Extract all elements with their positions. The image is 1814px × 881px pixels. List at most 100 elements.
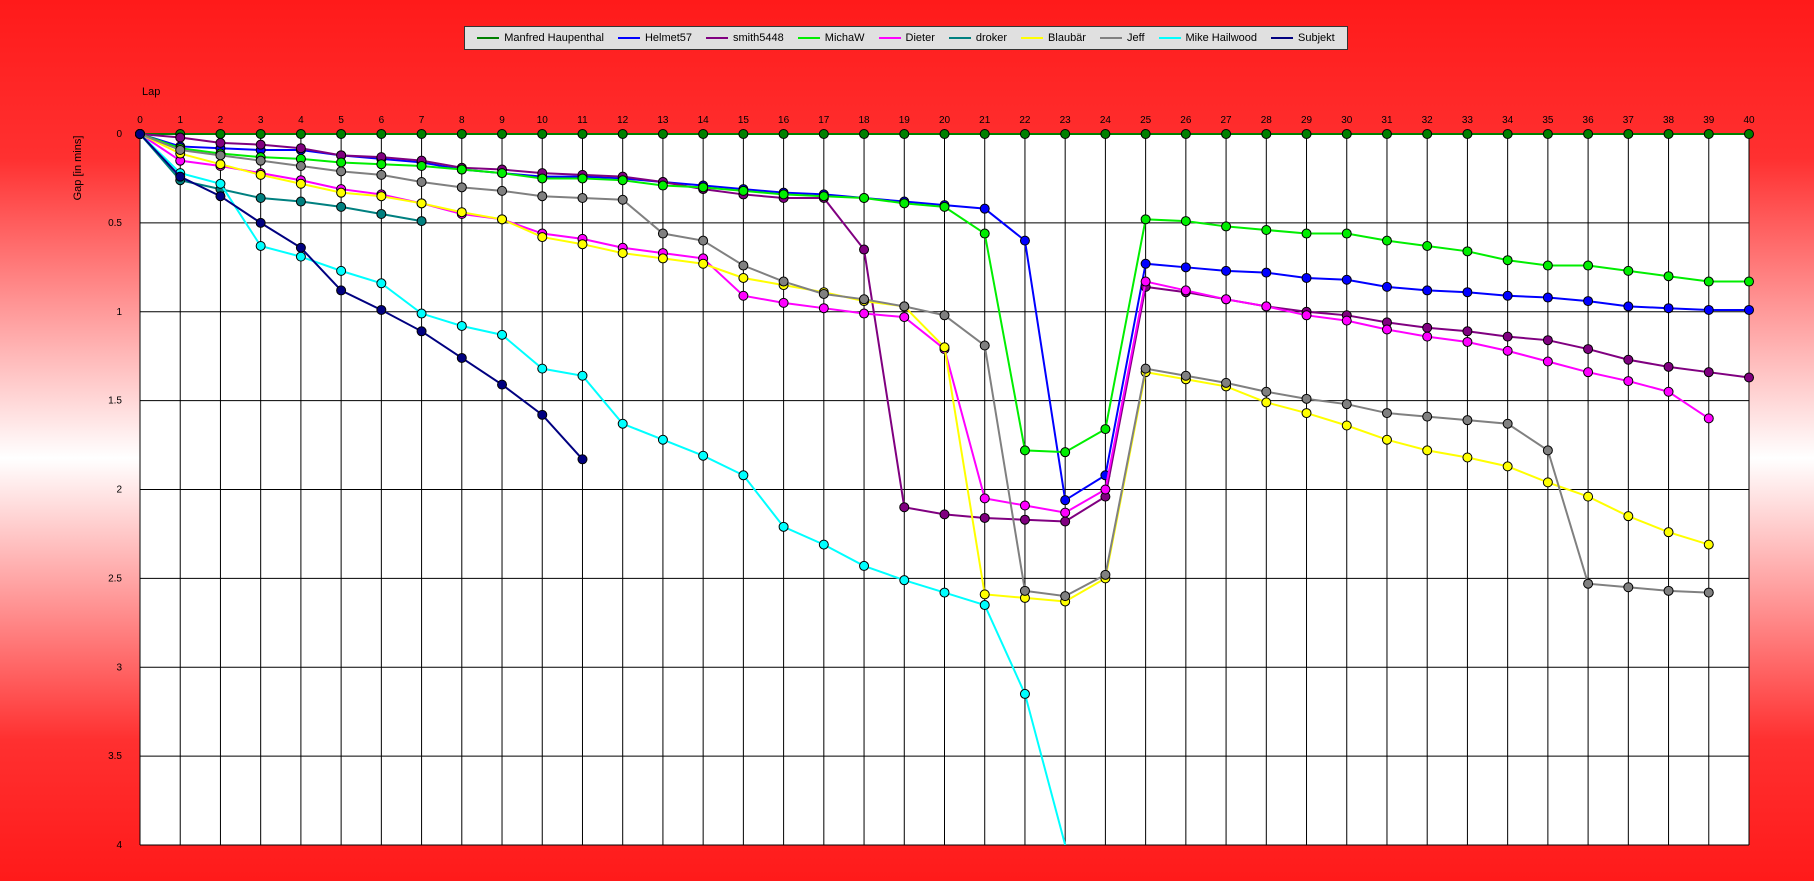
data-point: [1341, 228, 1352, 239]
data-point: [1180, 216, 1191, 227]
x-tick-label: 29: [1301, 115, 1313, 126]
data-point: [1422, 331, 1433, 342]
y-axis-ticks: 0 0.5 1 1.5 2 2.5 3 3.5 4: [108, 129, 122, 851]
x-tick-label: 17: [818, 115, 830, 126]
x-tick-label: 30: [1341, 115, 1353, 126]
data-point: [376, 278, 387, 289]
data-point: [1663, 527, 1674, 538]
data-point: [738, 129, 749, 139]
data-point: [778, 276, 789, 287]
x-tick-label: 35: [1542, 115, 1554, 126]
x-tick-label: 37: [1623, 115, 1635, 126]
data-point: [979, 129, 990, 139]
y-tick-label: 1: [116, 307, 122, 318]
data-point: [416, 160, 427, 171]
data-point: [1623, 376, 1634, 387]
data-point: [1261, 224, 1272, 235]
data-point: [979, 340, 990, 351]
data-point: [979, 512, 990, 523]
data-point: [1261, 386, 1272, 397]
data-point: [537, 232, 548, 243]
data-point: [1381, 235, 1392, 246]
y-tick-label: 2: [116, 485, 122, 496]
data-point: [1583, 344, 1594, 355]
data-point: [135, 129, 145, 139]
data-point: [899, 575, 910, 586]
x-tick-label: 33: [1462, 115, 1474, 126]
data-point: [818, 129, 829, 139]
data-point: [456, 182, 467, 193]
data-point: [1583, 367, 1594, 378]
data-point: [1542, 477, 1553, 488]
y-tick-label: 2.5: [108, 573, 122, 584]
y-tick-label: 3: [116, 662, 122, 673]
data-point: [1703, 367, 1714, 378]
data-point: [295, 251, 306, 262]
x-tick-label: 6: [379, 115, 385, 126]
x-tick-label: 24: [1100, 115, 1112, 126]
data-point: [1623, 301, 1634, 312]
data-point: [1502, 129, 1513, 139]
data-point: [1140, 129, 1151, 139]
data-point: [255, 129, 266, 139]
x-tick-label: 23: [1060, 115, 1072, 126]
data-point: [175, 144, 186, 155]
data-point: [295, 196, 306, 207]
data-point: [1623, 265, 1634, 276]
x-tick-label: 28: [1261, 115, 1273, 126]
data-point: [1100, 569, 1111, 580]
x-tick-label: 3: [258, 115, 264, 126]
data-point: [1301, 272, 1312, 283]
x-tick-label: 14: [698, 115, 710, 126]
data-point: [1060, 495, 1071, 506]
data-point: [1744, 129, 1754, 139]
data-point: [1462, 336, 1473, 347]
data-point: [1703, 539, 1714, 550]
data-point: [1019, 129, 1030, 139]
data-point: [1140, 214, 1151, 225]
x-tick-label: 25: [1140, 115, 1152, 126]
x-tick-label: 16: [778, 115, 790, 126]
series-manfred-haupenthal: [135, 129, 1754, 139]
data-point: [1381, 324, 1392, 335]
data-point: [497, 329, 508, 340]
data-point: [778, 297, 789, 308]
data-point: [1744, 304, 1754, 315]
data-point: [295, 178, 306, 189]
data-point: [255, 169, 266, 180]
data-point: [1583, 260, 1594, 271]
data-point: [1019, 688, 1030, 699]
data-point: [617, 194, 628, 205]
data-point: [939, 587, 950, 598]
x-tick-label: 19: [899, 115, 911, 126]
data-point: [657, 180, 668, 191]
data-point: [577, 454, 588, 465]
data-point: [818, 303, 829, 314]
data-point: [778, 521, 789, 532]
data-point: [1703, 304, 1714, 315]
data-point: [1744, 372, 1754, 383]
data-point: [497, 379, 508, 390]
data-point: [416, 129, 427, 139]
data-point: [698, 129, 709, 139]
data-point: [1663, 386, 1674, 397]
data-point: [1583, 491, 1594, 502]
data-point: [1462, 287, 1473, 298]
x-tick-label: 31: [1381, 115, 1393, 126]
data-point: [1422, 411, 1433, 422]
data-point: [1019, 445, 1030, 456]
data-point: [778, 129, 789, 139]
x-tick-label: 2: [218, 115, 224, 126]
x-tick-label: 26: [1180, 115, 1192, 126]
data-point: [1502, 418, 1513, 429]
data-point: [255, 139, 266, 150]
data-point: [1663, 361, 1674, 372]
data-point: [738, 185, 749, 196]
data-point: [336, 285, 347, 296]
data-point: [778, 189, 789, 200]
x-tick-label: 36: [1583, 115, 1595, 126]
y-tick-label: 0: [116, 129, 122, 140]
data-point: [738, 272, 749, 283]
data-point: [215, 129, 226, 139]
data-point: [1301, 228, 1312, 239]
